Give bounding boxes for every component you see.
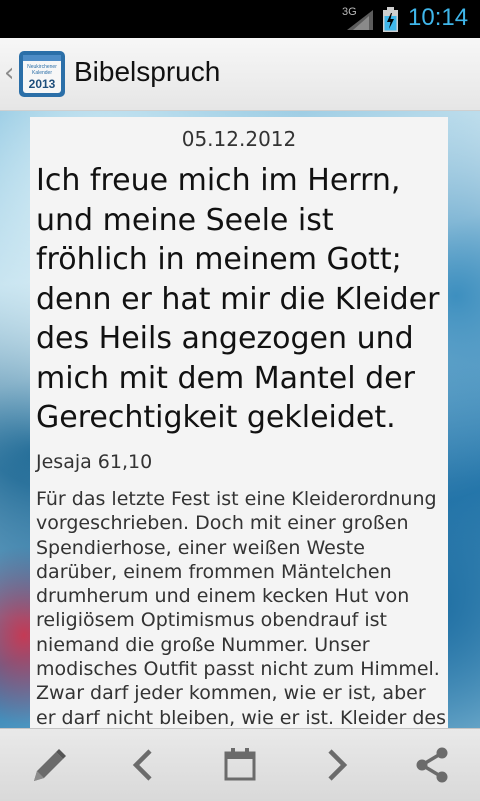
app-logo-line2: Kalender [32,70,52,76]
devotional-text: Für das letzte Fest ist eine Kleiderordn… [36,488,447,728]
chevron-left-icon [132,749,152,781]
action-bar: ‹ Neukirchener Kalender 2013 Bibelspruch [0,38,480,111]
app-logo-year: 2013 [29,77,56,91]
verse-text: Ich freue mich im Herrn, und meine Seele… [36,163,440,435]
battery-charging-icon [383,7,398,32]
up-navigation-icon[interactable]: ‹ [4,60,14,86]
verse-date: 05.12.2012 [181,127,297,151]
app-logo-icon[interactable]: Neukirchener Kalender 2013 [18,50,66,98]
next-day-button[interactable] [288,729,384,801]
calendar-icon [224,748,256,781]
daily-verse-card[interactable]: 05.12.2012 Ich freue mich im Herrn, und … [30,117,448,728]
signal-icon [347,10,373,30]
chevron-right-icon [328,749,348,781]
edit-button[interactable] [0,729,96,801]
share-icon [416,747,448,783]
previous-day-button[interactable] [96,729,192,801]
page-title: Bibelspruch [74,56,221,87]
share-button[interactable] [384,729,480,801]
calendar-button[interactable] [192,729,288,801]
verse-reference: Jesaja 61,10 [36,451,153,473]
bottom-action-bar [0,728,480,801]
clock-time: 10:14 [408,4,469,31]
pencil-icon [34,749,66,781]
status-bar: 3G 10:14 [0,0,480,38]
